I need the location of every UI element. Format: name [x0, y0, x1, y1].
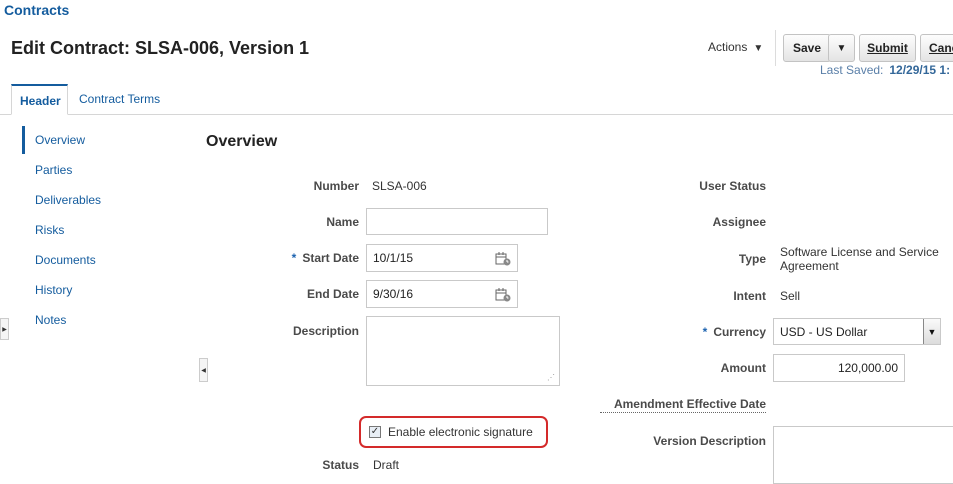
user-status-label: User Status: [699, 179, 766, 193]
sidebar-item-overview[interactable]: Overview: [35, 133, 85, 147]
sidebar-item-parties[interactable]: Parties: [35, 163, 72, 177]
type-label: Type: [738, 252, 766, 266]
currency-label-text: Currency: [713, 325, 766, 339]
actions-label: Actions: [708, 40, 748, 54]
version-description-label: Version Description: [653, 434, 766, 448]
sidebar-item-deliverables[interactable]: Deliverables: [35, 193, 101, 207]
calendar-icon[interactable]: [495, 252, 511, 266]
start-date-value: 10/1/15: [373, 251, 414, 265]
required-marker: *: [291, 251, 297, 265]
number-label: Number: [313, 179, 359, 193]
name-input[interactable]: [366, 208, 548, 235]
collapse-sidebar-handle[interactable]: ◀: [199, 358, 208, 382]
amendment-date-label: Amendment Effective Date: [600, 397, 766, 413]
section-title: Overview: [206, 133, 278, 150]
currency-label: * Currency: [600, 325, 766, 339]
save-menu-button[interactable]: ▼: [828, 34, 855, 62]
status-value: Draft: [373, 458, 400, 472]
sidebar-item-documents[interactable]: Documents: [35, 253, 96, 267]
expand-panel-handle[interactable]: ▶: [0, 318, 9, 340]
toolbar-divider: [775, 30, 776, 66]
amount-input[interactable]: 120,000.00: [773, 354, 905, 382]
type-value: Software License and Service Agreement: [780, 245, 939, 273]
amount-label: Amount: [720, 361, 766, 375]
currency-select[interactable]: USD - US Dollar ▼: [773, 318, 941, 345]
version-description-textarea[interactable]: [773, 426, 953, 484]
end-date-input[interactable]: 9/30/16: [366, 280, 518, 308]
end-date-value: 9/30/16: [373, 287, 414, 301]
tab-header[interactable]: Header: [11, 84, 68, 115]
sidebar-item-history[interactable]: History: [35, 283, 72, 297]
breadcrumb-contracts[interactable]: Contracts: [4, 2, 69, 18]
type-value-line1: Software License and Service: [780, 245, 939, 259]
required-marker: *: [702, 325, 708, 339]
triangle-left-icon: ◀: [201, 367, 206, 374]
start-date-label-text: Start Date: [302, 251, 359, 265]
currency-value: USD - US Dollar: [780, 324, 868, 339]
sidebar-item-risks[interactable]: Risks: [35, 223, 64, 237]
intent-value: Sell: [780, 289, 801, 303]
save-button[interactable]: Save: [783, 34, 831, 62]
page-title: Edit Contract: SLSA-006, Version 1: [11, 38, 310, 58]
status-label: Status: [322, 458, 359, 472]
sidebar-selection-indicator: [22, 126, 25, 154]
chevron-down-icon: ▼: [836, 42, 847, 54]
esign-label[interactable]: Enable electronic signature: [388, 425, 533, 439]
last-saved-value: 12/29/15 1:: [889, 63, 951, 77]
triangle-right-icon: ▶: [2, 326, 7, 333]
start-date-label: * Start Date: [240, 251, 359, 265]
start-date-input[interactable]: 10/1/15: [366, 244, 518, 272]
sidebar-item-notes[interactable]: Notes: [35, 313, 66, 327]
calendar-icon[interactable]: [495, 288, 511, 302]
end-date-label: End Date: [306, 287, 359, 301]
number-value: SLSA-006: [372, 179, 427, 193]
name-label: Name: [326, 215, 359, 229]
chevron-down-icon: ▼: [753, 43, 764, 54]
intent-label: Intent: [733, 289, 766, 303]
description-textarea[interactable]: [366, 316, 560, 386]
submit-button[interactable]: Submit: [859, 34, 916, 62]
cancel-button[interactable]: Canc: [920, 34, 953, 62]
description-label: Description: [292, 324, 359, 338]
last-saved-label: Last Saved:: [820, 63, 884, 77]
last-saved: Last Saved: 12/29/15 1:: [820, 63, 950, 77]
assignee-label: Assignee: [712, 215, 766, 229]
actions-menu[interactable]: Actions ▼: [708, 40, 763, 54]
amendment-date-label-text: Amendment Effective Date: [613, 397, 766, 411]
tab-contract-terms[interactable]: Contract Terms: [71, 84, 168, 115]
type-value-line2: Agreement: [780, 259, 839, 273]
esign-checkbox[interactable]: ✓: [369, 426, 381, 438]
resize-grip-icon[interactable]: ⋰: [547, 373, 555, 382]
dropdown-arrow-icon[interactable]: ▼: [923, 319, 940, 344]
